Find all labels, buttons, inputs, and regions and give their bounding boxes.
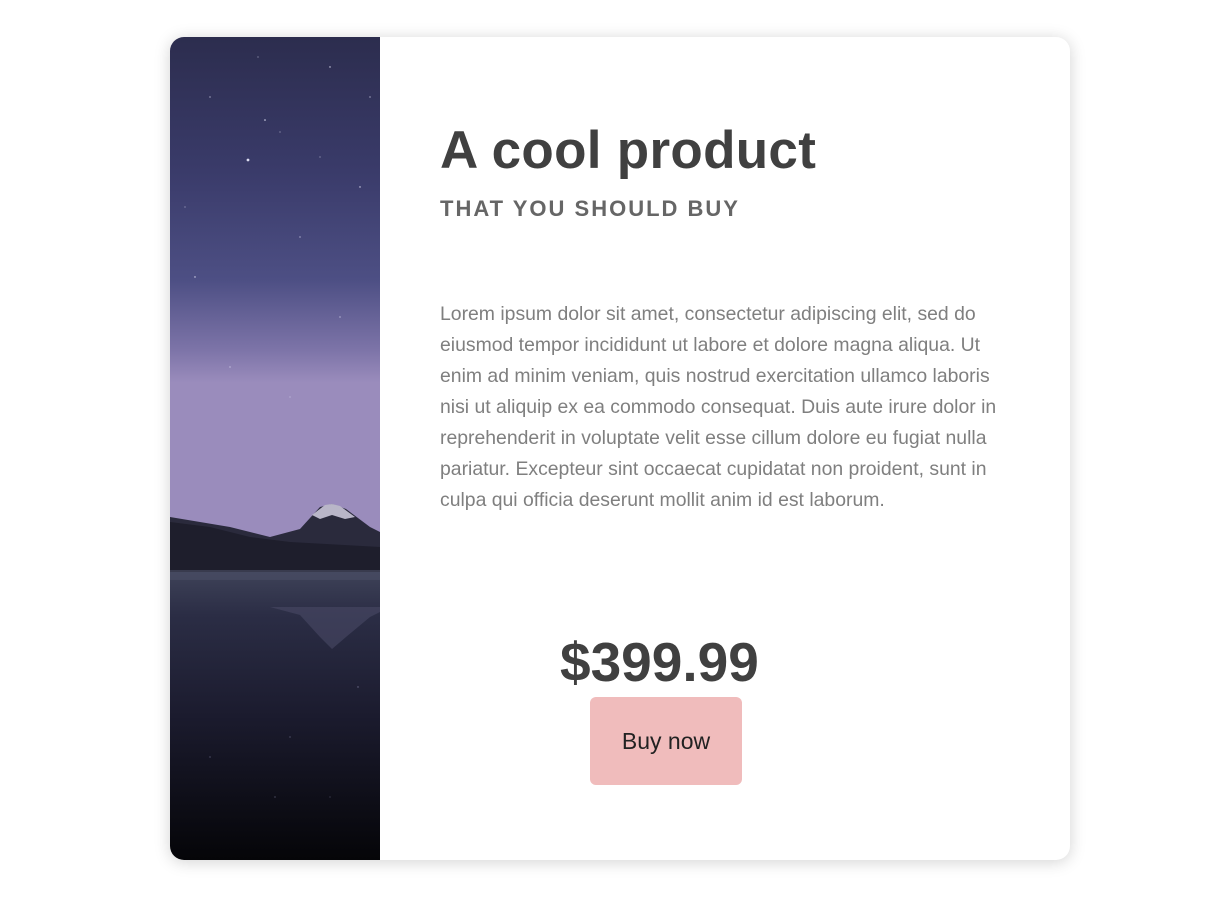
product-subtitle: THAT YOU SHOULD BUY [440,196,740,221]
product-details: A cool product THAT YOU SHOULD BUY Lorem… [440,37,1020,860]
product-card: A cool product THAT YOU SHOULD BUY Lorem… [170,37,1070,860]
product-image [170,37,380,860]
buy-now-button[interactable]: Buy now [590,697,742,785]
product-title: A cool product [440,121,817,180]
product-description: Lorem ipsum dolor sit amet, consectetur … [440,303,997,511]
product-price: $399.99 [560,631,759,693]
